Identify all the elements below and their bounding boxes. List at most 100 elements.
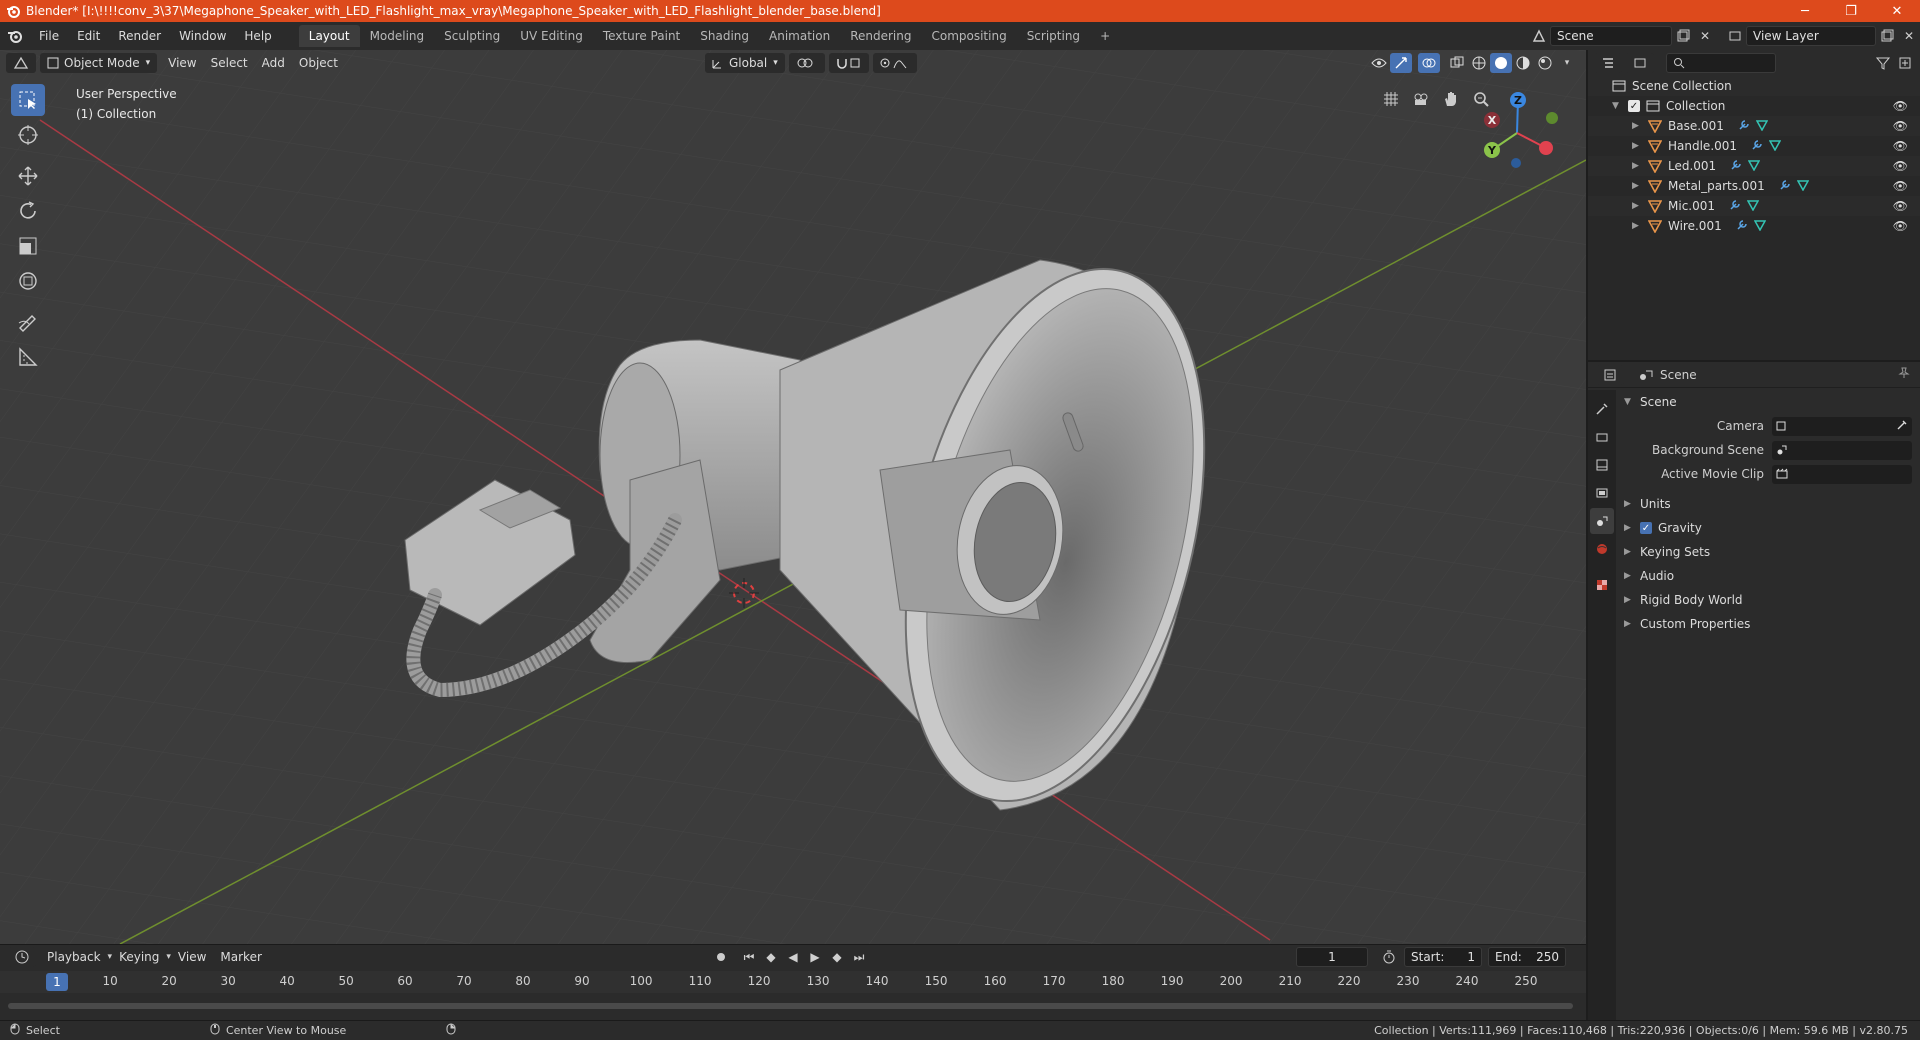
gizmo-x-axis[interactable]	[1539, 141, 1553, 155]
menu-edit[interactable]: Edit	[68, 29, 109, 43]
outliner-scene-collection[interactable]: Scene Collection	[1588, 76, 1920, 96]
measure-tool[interactable]	[11, 341, 45, 373]
tab-texture-paint[interactable]: Texture Paint	[593, 25, 690, 47]
expand-arrow-icon[interactable]: ▼	[1612, 101, 1622, 111]
minimize-button[interactable]: ─	[1782, 0, 1828, 22]
viewport-menu-add[interactable]: Add	[255, 56, 292, 70]
tab-uv-editing[interactable]: UV Editing	[510, 25, 593, 47]
mode-selector[interactable]: Object Mode ▾	[40, 53, 158, 73]
timeline-menu-view[interactable]: View	[171, 950, 213, 964]
expand-arrow-icon[interactable]: ▶	[1632, 181, 1642, 191]
timeline-editor-type-button[interactable]	[8, 947, 36, 967]
record-icon[interactable]	[710, 947, 732, 967]
editor-type-button[interactable]	[6, 53, 36, 73]
outliner-object-row[interactable]: ▶ Wire.001 👁	[1588, 216, 1920, 236]
rendered-shading-icon[interactable]	[1534, 53, 1556, 73]
visibility-selectability-icon[interactable]	[1368, 53, 1390, 73]
keying-sets-panel[interactable]: ▶ Keying Sets	[1618, 540, 1918, 564]
new-collection-icon[interactable]	[1894, 53, 1916, 73]
view-layer-selector[interactable]: View Layer	[1746, 26, 1876, 46]
end-frame-field[interactable]: End: 250	[1488, 947, 1566, 967]
add-workspace-button[interactable]: +	[1090, 25, 1120, 47]
gravity-panel[interactable]: ▶ ✓ Gravity	[1618, 516, 1918, 540]
playhead-frame[interactable]: 1	[46, 973, 68, 991]
gizmo-toggle-icon[interactable]	[1390, 53, 1412, 73]
outliner-search-input[interactable]	[1666, 53, 1776, 73]
outliner-editor-type-button[interactable]	[1594, 53, 1622, 73]
current-frame-field[interactable]: 1	[1296, 947, 1368, 967]
mesh-data-icon[interactable]	[1768, 139, 1782, 154]
tool-tab-icon[interactable]	[1590, 396, 1614, 422]
mesh-data-icon[interactable]	[1753, 219, 1766, 234]
properties-editor-type-button[interactable]	[1596, 364, 1624, 385]
cursor-tool[interactable]	[11, 119, 45, 151]
select-box-tool[interactable]	[11, 84, 45, 116]
orientation-selector[interactable]: Global ▾	[704, 53, 785, 73]
camera-view-icon[interactable]	[1406, 86, 1436, 112]
scene-panel-header[interactable]: ▼ Scene	[1618, 390, 1918, 414]
snap-button[interactable]	[828, 53, 869, 73]
timeline-menu-keying[interactable]: Keying	[112, 950, 166, 964]
tab-shading[interactable]: Shading	[690, 25, 759, 47]
outliner-object-row[interactable]: ▶ Mic.001 👁	[1588, 196, 1920, 216]
move-tool[interactable]	[11, 160, 45, 192]
outliner-object-row[interactable]: ▶ Led.001 👁	[1588, 156, 1920, 176]
expand-arrow-icon[interactable]: ▶	[1632, 161, 1642, 171]
world-tab-icon[interactable]	[1590, 536, 1614, 562]
next-keyframe-icon[interactable]: ◆	[826, 947, 848, 967]
grid-view-icon[interactable]	[1376, 86, 1406, 112]
play-icon[interactable]: ▶	[804, 947, 826, 967]
eye-icon[interactable]: 👁	[1893, 219, 1908, 233]
proportional-edit-button[interactable]	[872, 53, 917, 73]
camera-field[interactable]	[1772, 416, 1912, 436]
pan-hand-icon[interactable]	[1436, 86, 1466, 112]
mesh-data-icon[interactable]	[1747, 159, 1761, 174]
jump-end-icon[interactable]: ⏭	[848, 947, 870, 967]
new-scene-icon[interactable]	[1672, 26, 1694, 46]
modifier-wrench-icon[interactable]	[1751, 139, 1763, 154]
texture-tab-icon[interactable]	[1590, 572, 1614, 598]
tab-rendering[interactable]: Rendering	[840, 25, 921, 47]
viewport-menu-object[interactable]: Object	[292, 56, 345, 70]
rigid-body-world-panel[interactable]: ▶ Rigid Body World	[1618, 588, 1918, 612]
xray-toggle-icon[interactable]	[1446, 53, 1468, 73]
tab-layout[interactable]: Layout	[298, 25, 360, 47]
scene-selector[interactable]: Scene	[1550, 26, 1672, 46]
timeline-ruler[interactable]: 1 11020304050607080901001101201301401501…	[0, 971, 1586, 993]
menu-help[interactable]: Help	[235, 29, 280, 43]
view-layer-tab-icon[interactable]	[1590, 480, 1614, 506]
outliner-object-row[interactable]: ▶ Handle.001 👁	[1588, 136, 1920, 156]
timeline-menu-marker[interactable]: Marker	[213, 950, 268, 964]
play-reverse-icon[interactable]: ◀	[782, 947, 804, 967]
transform-tool[interactable]	[11, 265, 45, 297]
viewport-menu-view[interactable]: View	[161, 56, 203, 70]
delete-scene-icon[interactable]: ✕	[1694, 26, 1716, 46]
background-scene-field[interactable]	[1772, 440, 1912, 460]
stopwatch-icon[interactable]	[1378, 947, 1400, 967]
custom-properties-panel[interactable]: ▶ Custom Properties	[1618, 612, 1918, 636]
new-view-layer-icon[interactable]	[1876, 26, 1898, 46]
expand-arrow-icon[interactable]: ▶	[1632, 121, 1642, 131]
shading-options-chevron-icon[interactable]: ▾	[1556, 53, 1578, 73]
eye-icon[interactable]: 👁	[1893, 199, 1908, 213]
navigation-gizmo[interactable]: Z Y X	[1472, 88, 1562, 178]
units-panel[interactable]: ▶ Units	[1618, 492, 1918, 516]
gravity-checkbox[interactable]: ✓	[1640, 522, 1652, 534]
3d-viewport[interactable]: Object Mode ▾ View Select Add Object Glo…	[0, 50, 1586, 944]
timeline-menu-playback[interactable]: Playback	[40, 950, 108, 964]
outliner-object-row[interactable]: ▶ Metal_parts.001 👁	[1588, 176, 1920, 196]
overlays-toggle-icon[interactable]	[1418, 53, 1440, 73]
render-tab-icon[interactable]	[1590, 424, 1614, 450]
close-button[interactable]: ✕	[1874, 0, 1920, 22]
eye-icon[interactable]: 👁	[1893, 119, 1908, 133]
outliner-collection[interactable]: ▼ ✓ Collection 👁	[1588, 96, 1920, 116]
menu-render[interactable]: Render	[109, 29, 170, 43]
collection-checkbox[interactable]: ✓	[1628, 100, 1640, 112]
material-shading-icon[interactable]	[1512, 53, 1534, 73]
pivot-point-button[interactable]	[788, 53, 825, 73]
outliner-object-row[interactable]: ▶ Base.001 👁	[1588, 116, 1920, 136]
start-frame-field[interactable]: Start: 1	[1404, 947, 1482, 967]
prev-keyframe-icon[interactable]: ◆	[760, 947, 782, 967]
rotate-tool[interactable]	[11, 195, 45, 227]
active-movie-clip-field[interactable]	[1772, 464, 1912, 484]
